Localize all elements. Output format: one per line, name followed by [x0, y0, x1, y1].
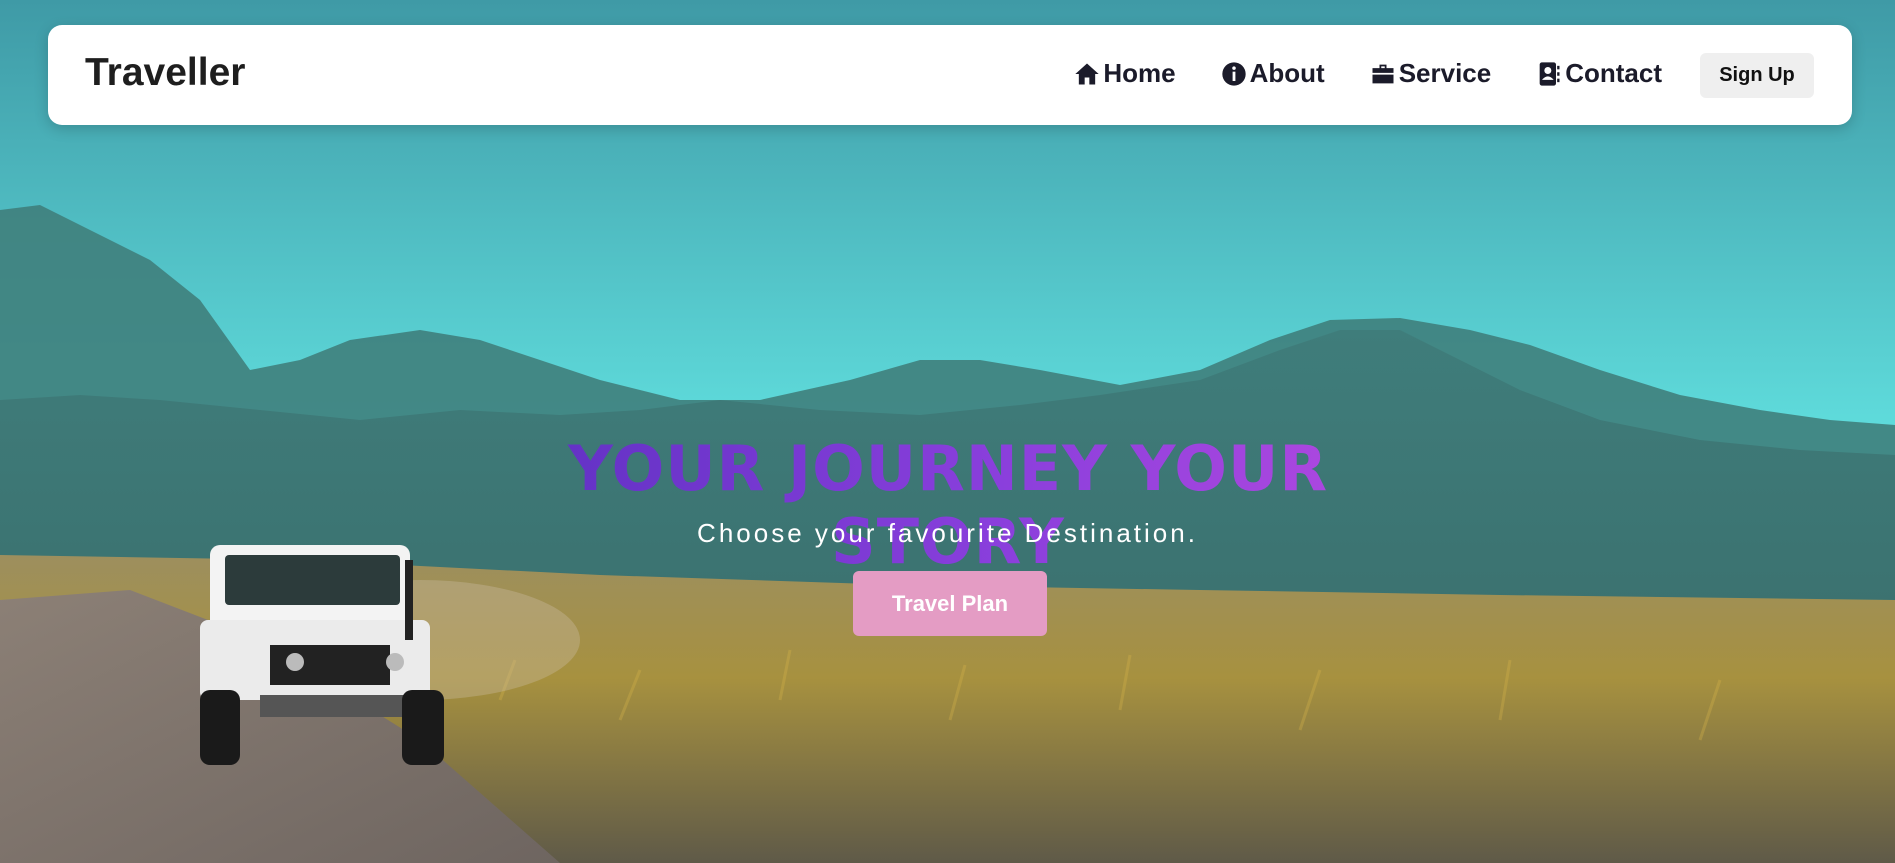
- hero-headline: YOUR JOURNEY YOUR STORY: [448, 432, 1448, 578]
- nav-link-label: Contact: [1565, 58, 1662, 88]
- hero-subheadline: Choose your favourite Destination.: [697, 518, 1198, 548]
- navbar: Traveller Home About Service Contact Sig…: [48, 25, 1852, 125]
- nav-links: Home About Service Contact: [1073, 58, 1662, 89]
- briefcase-icon: [1372, 64, 1394, 83]
- nav-link-label: Home: [1103, 58, 1176, 88]
- nav-link-contact[interactable]: Contact: [1535, 58, 1662, 89]
- nav-link-service[interactable]: Service: [1369, 58, 1492, 89]
- brand-logo[interactable]: Traveller: [85, 51, 245, 95]
- sign-up-button[interactable]: Sign Up: [1700, 53, 1814, 98]
- nav-link-label: Service: [1398, 58, 1492, 88]
- nav-link-about[interactable]: About: [1220, 58, 1325, 89]
- travel-plan-button[interactable]: Travel Plan: [853, 571, 1047, 636]
- nav-link-label: About: [1249, 58, 1325, 88]
- home-icon: [1075, 63, 1100, 84]
- info-icon: [1221, 61, 1246, 86]
- contact-book-icon: [1539, 61, 1560, 86]
- nav-link-home[interactable]: Home: [1073, 58, 1176, 89]
